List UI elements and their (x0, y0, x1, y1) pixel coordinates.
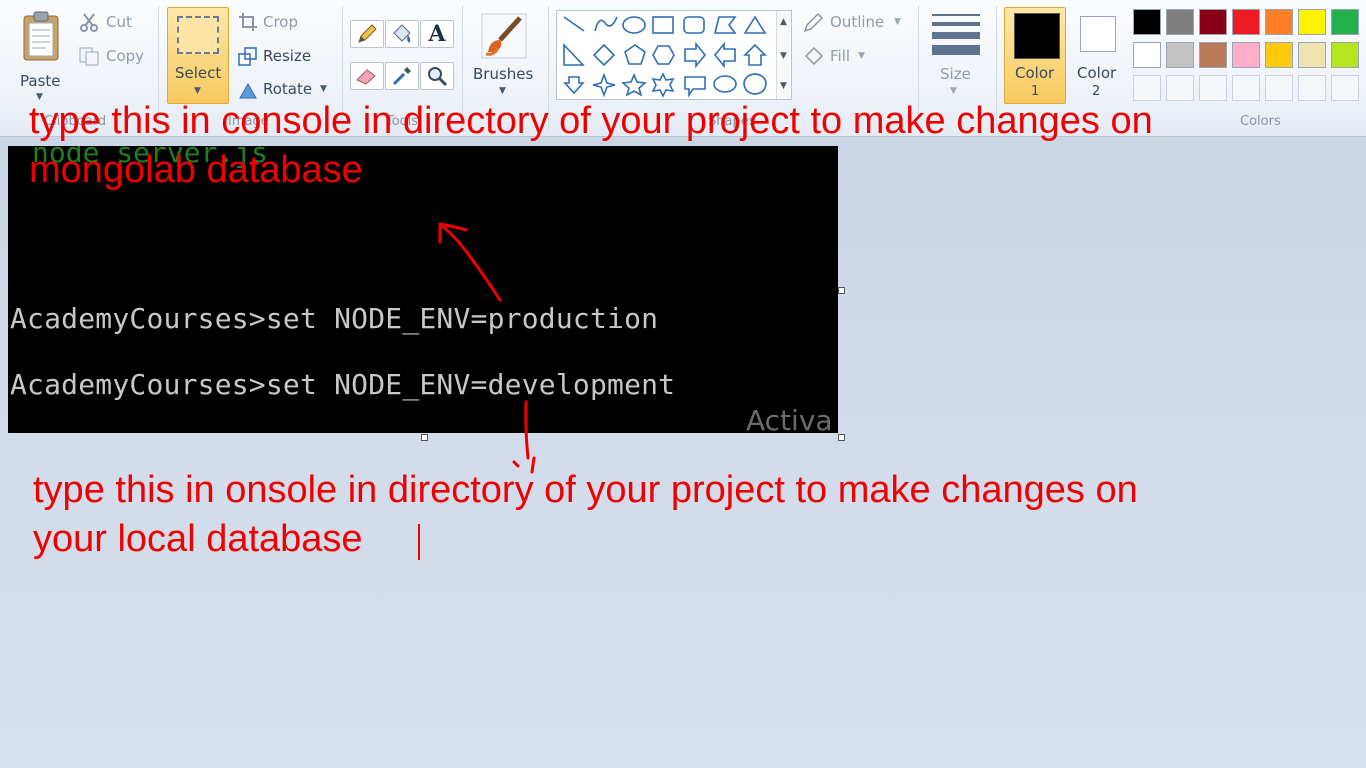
scroll-down-icon[interactable]: ▼ (780, 51, 787, 61)
annotation-top-line2: mongolab database (29, 149, 363, 191)
chevron-down-icon: ▼ (894, 17, 901, 27)
palette-swatch-gold[interactable] (1265, 42, 1293, 68)
palette-swatch-custom[interactable] (1298, 75, 1326, 101)
colors-group-label: Colors (1240, 114, 1281, 129)
console-line-development: AcademyCourses>set NODE_ENV=development (10, 368, 676, 401)
palette-swatch-custom[interactable] (1232, 75, 1260, 101)
palette-swatch-custom[interactable] (1166, 75, 1194, 101)
outline-button[interactable]: Outline ▼ (800, 10, 906, 36)
chevron-down-icon: ▼ (499, 86, 506, 96)
color-picker-icon (392, 67, 411, 86)
palette-swatch-red[interactable] (1232, 9, 1260, 35)
chevron-down-icon: ▼ (194, 86, 201, 96)
resize-handle[interactable] (838, 434, 845, 441)
crop-icon (239, 13, 257, 31)
color2-button[interactable]: Color 2 (1072, 8, 1126, 104)
clipboard-paste-icon (23, 11, 59, 61)
color2-swatch (1080, 16, 1116, 52)
palette-swatch-green[interactable] (1331, 9, 1359, 35)
palette-swatch-custom[interactable] (1199, 75, 1227, 101)
palette-swatch-lime[interactable] (1331, 42, 1359, 68)
cut-button[interactable]: Cut (78, 10, 148, 36)
text-icon: A (428, 21, 446, 47)
palette-swatch-orange[interactable] (1265, 9, 1293, 35)
selection-rect-icon (177, 16, 219, 54)
palette-swatch-dark-red[interactable] (1199, 9, 1227, 35)
eraser-tool[interactable] (350, 62, 384, 90)
paste-button[interactable]: Paste ▼ (12, 8, 70, 104)
fill-bucket-icon (804, 46, 824, 66)
crop-button[interactable]: Crop (236, 10, 312, 36)
annotation-bottom-line1: type this in onsole in directory of your… (33, 469, 1138, 511)
fill-label: Fill (830, 47, 851, 65)
fill-bucket-icon (393, 24, 411, 43)
color1-label: Color (1015, 64, 1055, 82)
resize-handle[interactable] (421, 434, 428, 441)
outline-label: Outline (830, 13, 885, 31)
palette-swatch-gray[interactable] (1166, 9, 1194, 35)
annotation-bottom: type this in onsole in directory of your… (33, 466, 1138, 564)
resize-label: Resize (263, 47, 312, 65)
palette-swatch-cream[interactable] (1298, 42, 1326, 68)
shapes-scrollbar[interactable]: ▲ ▼ ▼ (776, 11, 791, 99)
select-label: Select (175, 64, 222, 82)
copy-button[interactable]: Copy (78, 44, 152, 70)
shapes-icons (563, 15, 767, 98)
color1-swatch (1014, 13, 1060, 59)
activation-watermark: Activa (746, 404, 833, 433)
color2-label: Color (1077, 64, 1117, 82)
brush-icon (481, 13, 527, 59)
cut-label: Cut (106, 13, 132, 31)
palette-swatch-custom[interactable] (1331, 75, 1359, 101)
chevron-down-icon: ▼ (858, 51, 865, 61)
palette-swatch-custom[interactable] (1265, 75, 1293, 101)
outline-pen-icon (803, 12, 824, 33)
rotate-label: Rotate (263, 80, 313, 98)
palette-swatch-yellow[interactable] (1298, 9, 1326, 35)
size-label: Size (940, 65, 971, 83)
annotation-bottom-line2: your local database (33, 518, 363, 560)
select-button[interactable]: Select ▼ (167, 7, 229, 104)
eraser-icon (356, 69, 376, 85)
pencil-tool[interactable] (350, 20, 384, 48)
resize-handle[interactable] (838, 287, 845, 294)
shapes-gallery[interactable]: ▲ ▼ ▼ (556, 10, 792, 100)
chevron-down-icon: ▼ (950, 86, 957, 96)
fill-tool[interactable] (385, 20, 419, 48)
chevron-down-icon: ▼ (320, 84, 327, 94)
crop-label: Crop (263, 13, 299, 31)
copy-icon (79, 47, 99, 66)
palette-swatch-brown[interactable] (1199, 42, 1227, 68)
size-lines-icon (932, 14, 980, 55)
color-picker-tool[interactable] (385, 62, 419, 90)
magnifier-icon (428, 67, 448, 87)
text-tool[interactable]: A (420, 20, 454, 48)
console-line-production: AcademyCourses>set NODE_ENV=production (10, 302, 659, 335)
color1-button[interactable]: Color 1 (1004, 7, 1066, 104)
paste-label: Paste (20, 72, 61, 90)
pencil-icon (358, 24, 377, 43)
brushes-label: Brushes (473, 65, 534, 83)
resize-button[interactable]: Resize (236, 44, 322, 70)
scissors-icon (80, 13, 98, 32)
palette-swatch-white[interactable] (1133, 42, 1161, 68)
annotation-arrow-up (438, 222, 502, 302)
brushes-button[interactable]: Brushes ▼ (470, 8, 540, 104)
annotation-top: type this in console in directory of you… (29, 97, 1153, 195)
palette-swatch-light-gray[interactable] (1166, 42, 1194, 68)
annotation-top-line1: type this in console in directory of you… (29, 100, 1153, 142)
resize-icon (238, 47, 257, 66)
palette-swatch-black[interactable] (1133, 9, 1161, 35)
expand-gallery-icon[interactable]: ▼ (780, 81, 787, 91)
size-button[interactable]: Size ▼ (926, 8, 984, 104)
text-cursor (418, 524, 420, 560)
scroll-up-icon[interactable]: ▲ (780, 17, 787, 27)
fill-button[interactable]: Fill ▼ (800, 44, 880, 70)
copy-label: Copy (106, 47, 145, 65)
palette-swatch-pink[interactable] (1232, 42, 1260, 68)
magnifier-tool[interactable] (420, 62, 454, 90)
